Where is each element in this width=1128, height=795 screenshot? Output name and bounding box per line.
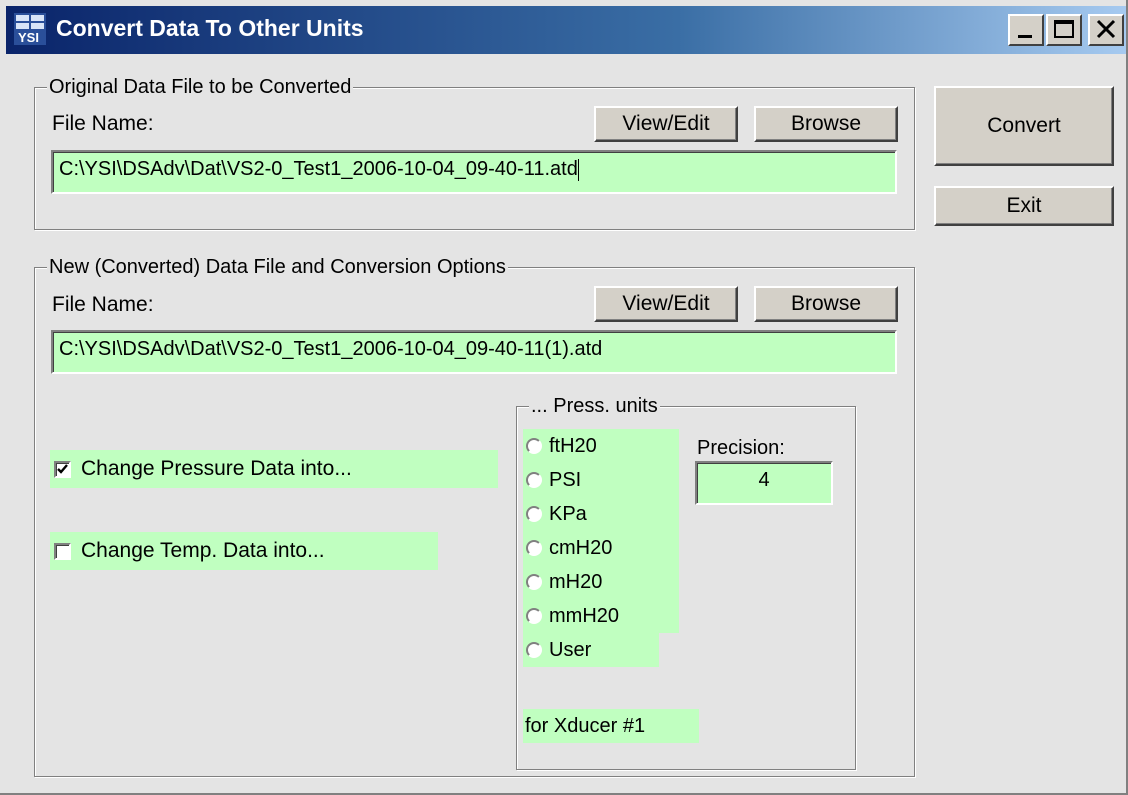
radio-user[interactable] (526, 642, 542, 658)
unit-option-user[interactable]: User (523, 633, 659, 667)
window-title: Convert Data To Other Units (56, 15, 364, 41)
press-units-group: ... Press. units ftH20 PSI KPa cmH20 mH2… (516, 394, 856, 770)
exit-button[interactable]: Exit (934, 186, 1114, 226)
converted-browse-button[interactable]: Browse (754, 286, 898, 322)
precision-value: 4 (758, 469, 770, 491)
maximize-button[interactable] (1046, 14, 1082, 46)
unit-option-cmh20[interactable]: cmH20 (523, 531, 679, 565)
maximize-icon (1054, 20, 1074, 38)
xducer-label: for Xducer #1 (525, 714, 646, 737)
converted-file-path-text: C:\YSI\DSAdv\Dat\VS2-0_Test1_2006-10-04_… (59, 338, 603, 360)
checkmark-icon (57, 463, 68, 474)
minimize-button[interactable] (1008, 14, 1044, 46)
precision-input[interactable]: 4 (695, 461, 833, 505)
convert-button[interactable]: Convert (934, 86, 1114, 166)
unit-label-cmh20: cmH20 (549, 536, 613, 559)
change-pressure-checkbox[interactable] (54, 460, 71, 478)
minimize-icon (1018, 35, 1032, 38)
change-temp-checkbox-row[interactable]: Change Temp. Data into... (50, 532, 438, 570)
radio-mh20[interactable] (526, 574, 542, 590)
original-group-label: Original Data File to be Converted (47, 75, 354, 99)
radio-fth20[interactable] (526, 438, 542, 454)
unit-label-kpa: KPa (549, 502, 587, 525)
original-view-edit-button[interactable]: View/Edit (594, 106, 738, 142)
change-pressure-checkbox-row[interactable]: Change Pressure Data into... (50, 450, 498, 488)
unit-label-user: User (549, 638, 592, 661)
converted-file-path-input[interactable]: C:\YSI\DSAdv\Dat\VS2-0_Test1_2006-10-04_… (51, 330, 897, 374)
radio-psi[interactable] (526, 472, 542, 488)
press-units-label: ... Press. units (529, 394, 660, 418)
change-temp-label: Change Temp. Data into... (81, 539, 325, 562)
converted-file-name-label: File Name: (52, 293, 154, 316)
original-file-name-label: File Name: (52, 112, 154, 135)
unit-option-mh20[interactable]: mH20 (523, 565, 679, 599)
ysi-app-icon: YSI (14, 13, 46, 45)
unit-label-mmh20: mmH20 (549, 604, 620, 627)
unit-label-fth20: ftH20 (549, 434, 597, 457)
unit-label-psi: PSI (549, 468, 582, 491)
converted-group-label: New (Converted) Data File and Conversion… (47, 255, 508, 279)
original-file-path-input[interactable]: C:\YSI\DSAdv\Dat\VS2-0_Test1_2006-10-04_… (51, 150, 897, 194)
close-icon (1096, 19, 1116, 39)
original-browse-button[interactable]: Browse (754, 106, 898, 142)
unit-option-kpa[interactable]: KPa (523, 497, 679, 531)
converted-view-edit-button[interactable]: View/Edit (594, 286, 738, 322)
change-pressure-label: Change Pressure Data into... (81, 457, 352, 480)
text-cursor (577, 158, 579, 181)
radio-mmh20[interactable] (526, 608, 542, 624)
radio-kpa[interactable] (526, 506, 542, 522)
close-button[interactable] (1088, 14, 1124, 46)
unit-option-psi[interactable]: PSI (523, 463, 679, 497)
unit-label-mh20: mH20 (549, 570, 603, 593)
svg-text:YSI: YSI (18, 30, 39, 45)
change-temp-checkbox[interactable] (54, 542, 71, 560)
precision-label: Precision: (697, 437, 785, 459)
convert-dialog: YSI Convert Data To Other Units Original… (0, 0, 1128, 795)
radio-cmh20[interactable] (526, 540, 542, 556)
title-bar[interactable]: YSI Convert Data To Other Units (6, 6, 1126, 54)
unit-option-fth20[interactable]: ftH20 (523, 429, 679, 463)
unit-option-mmh20[interactable]: mmH20 (523, 599, 679, 633)
original-file-path-text: C:\YSI\DSAdv\Dat\VS2-0_Test1_2006-10-04_… (59, 158, 578, 180)
xducer-label-box: for Xducer #1 (523, 709, 699, 743)
